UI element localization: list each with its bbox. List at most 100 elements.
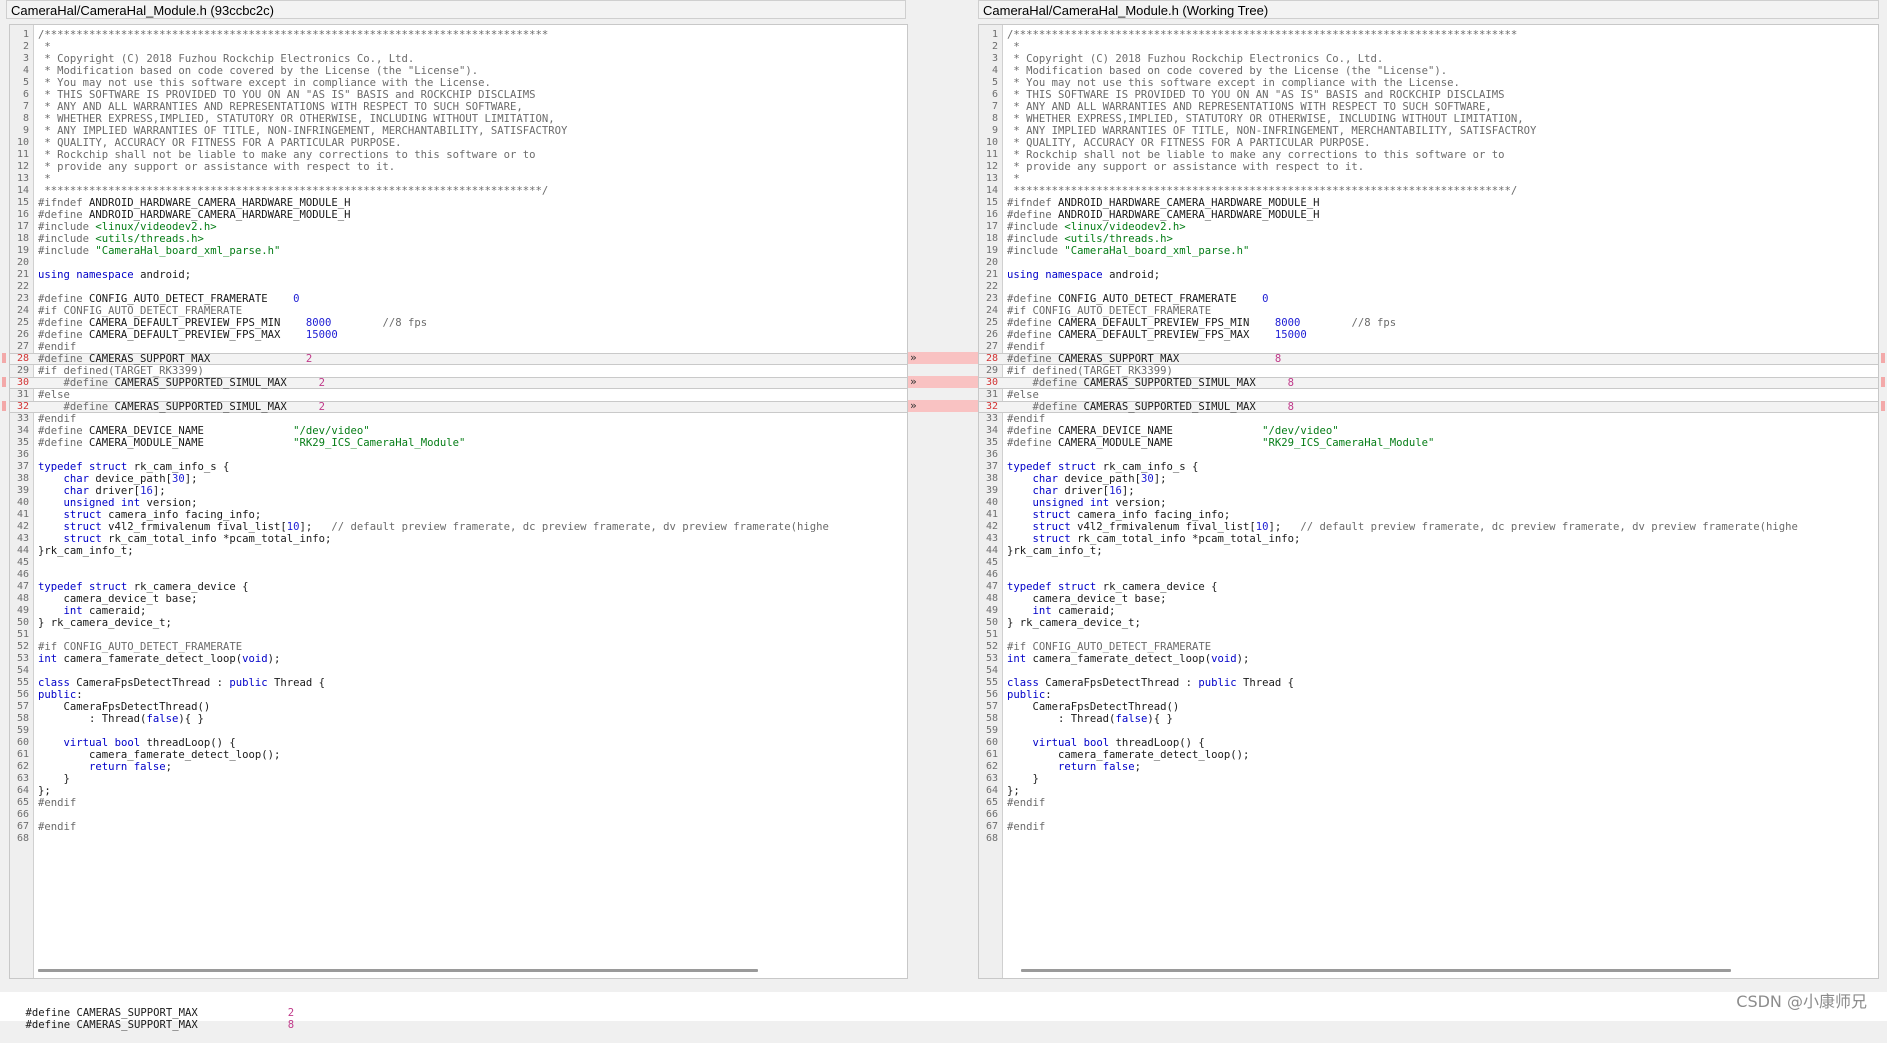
left-line-text: CameraFpsDetectThread(): [38, 701, 211, 713]
right-code-line-35: 35 #define CAMERA_MODULE_NAME "RK29_ICS_C…: [979, 437, 1878, 449]
left-line-number: 51: [16, 629, 29, 640]
left-line-number: 46: [16, 569, 29, 580]
diff-arrow-line-28[interactable]: »: [908, 352, 978, 364]
right-code-line-52: 52 #if CONFIG_AUTO_DETECT_FRAMERATE: [979, 641, 1878, 653]
left-line-number: 26: [16, 329, 29, 340]
left-code-line-57: 57 CameraFpsDetectThread(): [10, 701, 907, 713]
right-line-text: * Modification based on code covered by …: [1007, 65, 1448, 77]
right-line-text: : Thread(false){ }: [1007, 713, 1173, 725]
right-line-number: 11: [985, 149, 998, 160]
right-line-number: 38: [985, 473, 998, 484]
left-line-number: 39: [16, 485, 29, 496]
left-code-line-64: 64};: [10, 785, 907, 797]
right-line-text: using namespace android;: [1007, 269, 1161, 281]
right-line-number: 56: [985, 689, 998, 700]
right-code-line-60: 60 virtual bool threadLoop() {: [979, 737, 1878, 749]
right-line-text: }rk_cam_info_t;: [1007, 545, 1103, 557]
left-line-text: struct camera_info facing_info;: [63, 509, 262, 521]
right-code-line-16: 16 #define ANDROID_HARDWARE_CAMERA_HARDWA…: [979, 209, 1878, 221]
left-line-number: 55: [16, 677, 29, 688]
left-code-line-63: 63 }: [10, 773, 907, 785]
left-line-text: using namespace android;: [38, 269, 192, 281]
left-line-text: #include <utils/threads.h>: [38, 233, 204, 245]
left-code-line-45: 45: [10, 557, 907, 569]
left-line-text: *: [38, 173, 51, 185]
right-line-number: 32: [985, 401, 998, 412]
right-line-text: #define CAMERA_DEFAULT_PREVIEW_FPS_MAX 1…: [1007, 329, 1307, 341]
left-line-text: ****************************************…: [38, 185, 549, 197]
right-line-text: camera_famerate_detect_loop();: [1007, 749, 1250, 761]
left-line-number: 29: [16, 365, 29, 376]
right-line-text: * You may not use this software except i…: [1007, 77, 1460, 89]
left-line-number: 68: [16, 833, 29, 844]
right-code-line-29: 29 #if defined(TARGET_RK3399): [979, 365, 1878, 377]
left-line-number: 48: [16, 593, 29, 604]
left-code-line-28: 28 #define CAMERAS_SUPPORT_MAX 2: [10, 353, 907, 365]
right-line-text: #else: [1007, 389, 1039, 401]
right-line-text: *: [1007, 173, 1020, 185]
left-line-text: * THIS SOFTWARE IS PROVIDED TO YOU ON AN…: [38, 89, 536, 101]
right-code-line-31: 31 #else: [979, 389, 1878, 401]
right-line-number: 20: [985, 257, 998, 268]
right-line-text: #define CAMERAS_SUPPORT_MAX 8: [1007, 353, 1282, 365]
left-code-line-38: 38 char device_path[30];: [10, 473, 907, 485]
right-code-line-41: 41 struct camera_info facing_info;: [979, 509, 1878, 521]
right-code-line-44: 44}rk_cam_info_t;: [979, 545, 1878, 557]
csdn-watermark: CSDN @小康师兄: [1736, 992, 1867, 1011]
right-line-number: 26: [985, 329, 998, 340]
left-horizontal-scrollbar[interactable]: [38, 969, 758, 972]
right-line-text: #define CONFIG_AUTO_DETECT_FRAMERATE 0: [1007, 293, 1269, 305]
left-line-text: #define CAMERA_DEFAULT_PREVIEW_FPS_MIN 8…: [38, 317, 428, 329]
right-code-line-45: 45: [979, 557, 1878, 569]
left-line-number: 45: [16, 557, 29, 568]
right-code-line-28: 28 #define CAMERAS_SUPPORT_MAX 8: [979, 353, 1878, 365]
left-line-text: char driver[16];: [63, 485, 166, 497]
left-line-number: 11: [16, 149, 29, 160]
left-code-line-59: 59: [10, 725, 907, 737]
right-code-line-21: 21 using namespace android;: [979, 269, 1878, 281]
right-code-line-67: 67 #endif: [979, 821, 1878, 833]
right-line-text: public:: [1007, 689, 1052, 701]
right-line-number: 8: [991, 113, 998, 124]
left-line-text: #define CAMERA_DEVICE_NAME "/dev/video": [38, 425, 370, 437]
right-code-line-12: 12 * provide any support or assistance w…: [979, 161, 1878, 173]
left-line-text: camera_famerate_detect_loop();: [38, 749, 281, 761]
right-line-number: 53: [985, 653, 998, 664]
right-code-line-6: 6 * THIS SOFTWARE IS PROVIDED TO YOU ON …: [979, 89, 1878, 101]
right-code-line-17: 17 #include <linux/videodev2.h>: [979, 221, 1878, 233]
left-code-line-4: 4 * Modification based on code covered b…: [10, 65, 907, 77]
right-code-line-58: 58 : Thread(false){ }: [979, 713, 1878, 725]
right-code-pane[interactable]: 1 /**************************************…: [978, 24, 1879, 979]
right-line-text: #define CAMERAS_SUPPORTED_SIMUL_MAX 8: [1032, 401, 1295, 413]
right-line-text: #include <utils/threads.h>: [1007, 233, 1173, 245]
right-line-text: /***************************************…: [1007, 29, 1518, 41]
left-line-text: #include <linux/videodev2.h>: [38, 221, 217, 233]
right-line-text: CameraFpsDetectThread(): [1007, 701, 1180, 713]
right-line-text: typedef struct rk_cam_info_s {: [1007, 461, 1199, 473]
right-line-text: ****************************************…: [1007, 185, 1518, 197]
right-line-number: 10: [985, 137, 998, 148]
right-line-text: #if CONFIG_AUTO_DETECT_FRAMERATE: [1007, 641, 1212, 653]
right-line-number: 49: [985, 605, 998, 616]
left-line-number: 17: [16, 221, 29, 232]
left-code-line-31: 31 #else: [10, 389, 907, 401]
right-line-number: 25: [985, 317, 998, 328]
right-horizontal-scrollbar[interactable]: [1021, 969, 1731, 972]
diff-arrow-line-30[interactable]: »: [908, 376, 978, 388]
right-line-text: struct v4l2_frmivalenum fival_list[10]; …: [1032, 521, 1798, 533]
left-code-line-35: 35 #define CAMERA_MODULE_NAME "RK29_ICS_C…: [10, 437, 907, 449]
right-line-number: 37: [985, 461, 998, 472]
right-line-text: #endif: [1007, 413, 1046, 425]
left-code-pane[interactable]: 1 /**************************************…: [9, 24, 908, 979]
left-code-line-55: 55 class CameraFpsDetectThread : public T…: [10, 677, 907, 689]
left-line-text: int camera_famerate_detect_loop(void);: [38, 653, 281, 665]
left-line-number: 32: [16, 401, 29, 412]
left-code-line-14: 14 *************************************…: [10, 185, 907, 197]
right-line-text: * Rockchip shall not be liable to make a…: [1007, 149, 1505, 161]
right-line-number: 28: [985, 353, 998, 364]
left-line-text: return false;: [89, 761, 172, 773]
left-code-line-7: 7 * ANY AND ALL WARRANTIES AND REPRESENT…: [10, 101, 907, 113]
left-line-number: 43: [16, 533, 29, 544]
diff-arrow-line-32[interactable]: »: [908, 400, 978, 412]
right-line-number: 51: [985, 629, 998, 640]
